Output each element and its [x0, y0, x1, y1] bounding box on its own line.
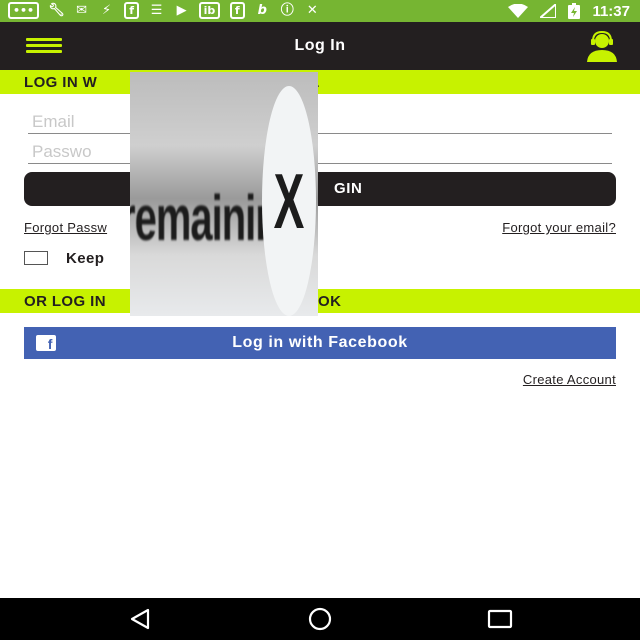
create-account-link[interactable]: Create Account: [523, 372, 616, 387]
b-icon: b: [257, 3, 267, 18]
wifi-icon: [508, 4, 529, 18]
close-icon: X: [273, 156, 305, 246]
status-bar: ••• 🔧︎ ✉︎ ⚡︎ f ☰ ▶︎ ib f b ⓘ ✕ 11:37: [0, 0, 640, 22]
email-field[interactable]: [28, 110, 612, 134]
keep-logged-in-checkbox[interactable]: [24, 251, 48, 265]
no-signal-icon: ✕: [306, 3, 318, 18]
facebook-login-label: Log in with Facebook: [232, 334, 408, 351]
login-button-label: GIN: [334, 180, 363, 197]
chat-icon: •••: [8, 0, 40, 22]
battery-charging-icon: [568, 3, 581, 19]
messenger-icon: ✉︎: [76, 3, 88, 18]
facebook-section-banner: OR LOG IN OK: [0, 289, 640, 313]
login-banner-text: LOG IN W: [24, 74, 98, 91]
navigation-bar: [0, 598, 640, 640]
ad-close-button[interactable]: X: [262, 86, 316, 316]
zedge-icon: ⚡︎: [102, 3, 112, 18]
login-button[interactable]: GIN: [24, 172, 616, 206]
login-section-banner: LOG IN W L: [0, 70, 640, 94]
facebook-icon: f: [124, 0, 140, 22]
stack-icon: ☰: [150, 3, 163, 18]
forgot-password-link[interactable]: Forgot Passw: [24, 220, 107, 235]
ib-icon: ib: [198, 0, 221, 22]
keep-logged-in-row: Keep: [24, 248, 104, 268]
cellular-icon: [540, 4, 557, 18]
facebook-banner-text: OR LOG IN: [24, 293, 106, 310]
back-icon[interactable]: [126, 606, 158, 632]
facebook-banner-text-tail: OK: [318, 293, 342, 310]
forgot-email-link[interactable]: Forgot your email?: [502, 220, 616, 235]
facebook-login-button[interactable]: f Log in with Facebook: [24, 327, 616, 359]
keep-logged-in-label: Keep: [66, 249, 105, 267]
customer-support-icon[interactable]: [582, 30, 622, 62]
notification-icons: ••• 🔧︎ ✉︎ ⚡︎ f ☰ ▶︎ ib f b ⓘ ✕: [8, 0, 320, 22]
ad-overlay[interactable]: remaining X: [130, 72, 318, 316]
home-icon[interactable]: [304, 606, 336, 632]
system-icons: 11:37: [508, 0, 630, 22]
clock: 11:37: [592, 2, 630, 20]
app-bar: Log In: [0, 22, 640, 70]
password-field[interactable]: [28, 140, 612, 164]
facebook-icon: f: [229, 0, 245, 22]
facetime-icon: ▶︎: [176, 3, 187, 18]
wrench-icon: 🔧︎: [48, 3, 65, 18]
info-icon: ⓘ: [280, 3, 294, 18]
page-title: Log In: [294, 37, 346, 54]
recent-apps-icon[interactable]: [484, 606, 516, 632]
